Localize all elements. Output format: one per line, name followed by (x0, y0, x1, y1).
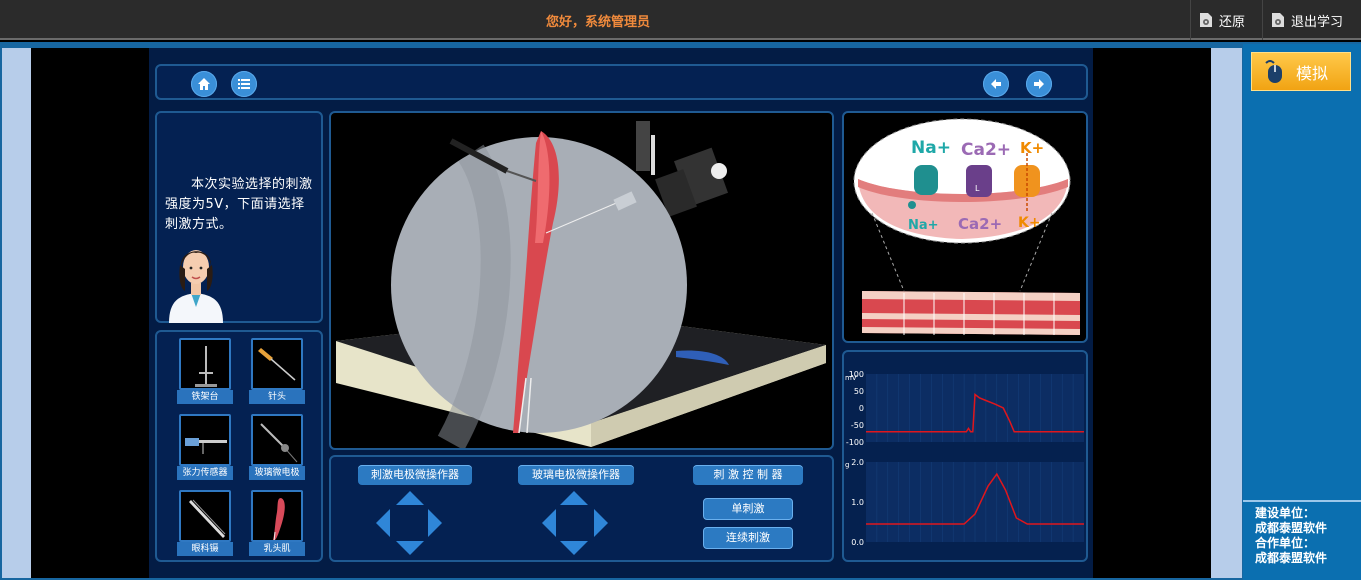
y-tick-label: 100 (849, 370, 864, 379)
partner-label: 合作单位： (1255, 536, 1316, 550)
y-tick-label: 1.0 (851, 498, 864, 507)
simulate-button[interactable]: 模拟 (1251, 52, 1351, 91)
y-tick-label: -50 (851, 421, 864, 430)
needle-icon (258, 348, 296, 381)
tool-iron-stand[interactable]: 铁架台 (177, 336, 233, 404)
glass-right-arrow-button[interactable] (594, 509, 608, 537)
y-tick-label: 0.0 (851, 538, 864, 547)
tool-label: 针头 (249, 390, 305, 404)
home-button[interactable] (191, 71, 217, 97)
glass-electrode-manipulator-title: 玻璃电极微操作器 (518, 465, 634, 485)
channel-mark: L (975, 184, 980, 193)
simulate-label: 模拟 (1296, 63, 1329, 83)
stim-electrode-manipulator-title: 刺激电极微操作器 (358, 465, 472, 485)
exit-study-button[interactable]: 退出学习 (1262, 0, 1361, 40)
stim-down-arrow-button[interactable] (396, 541, 424, 555)
mouse-icon (1265, 59, 1282, 83)
ion-top-potassium: K+ (1020, 139, 1044, 157)
teacher-avatar (169, 250, 223, 323)
stim-right-arrow-button[interactable] (428, 509, 442, 537)
previous-button[interactable] (983, 71, 1009, 97)
y-tick-label: -100 (846, 438, 864, 447)
credits: 建设单位： 成都泰盟软件 合作单位： 成都泰盟软件 (1243, 500, 1361, 580)
single-stimulus-button[interactable]: 单刺激 (703, 498, 793, 520)
restore-button[interactable]: 还原 (1190, 0, 1256, 40)
stim-left-arrow-button[interactable] (376, 509, 390, 537)
ion-channel-diagram: Na+ Ca2+ K+ L Na+ Ca2+ K+ (842, 111, 1088, 343)
experiment-scene (329, 111, 834, 450)
tool-ophthalmic-forceps[interactable]: 眼科镊 (177, 488, 233, 556)
recording-chart-panel: mV g 100 50 0 -50 -100 2.0 1.0 0.0 (842, 350, 1088, 562)
tool-label: 张力传感器 (177, 466, 233, 480)
y-tick-label: 2.0 (851, 458, 864, 467)
tool-label: 眼科镊 (177, 542, 233, 556)
left-margin (2, 48, 31, 578)
forceps-icon (189, 499, 226, 538)
bottom-chart-unit: g (845, 461, 849, 469)
navigation-bar (155, 64, 1088, 100)
greeting-text: 您好，系统管理员 (545, 15, 650, 30)
glass-left-arrow-button[interactable] (542, 509, 556, 537)
menu-button[interactable] (231, 71, 257, 97)
top-bar: 您好，系统管理员 还原 退出学习 (0, 0, 1361, 40)
ion-top-calcium: Ca2+ (961, 140, 1011, 160)
equipment-panel: 铁架台 针头 张力传感器 玻璃微电极 眼科镊 乳头肌 (155, 330, 323, 562)
instruction-panel: 本次实验选择的刺激强度为5V，下面请选择刺激方式。 (155, 111, 323, 323)
glass-up-arrow-button[interactable] (560, 491, 588, 505)
tool-label: 玻璃微电极 (249, 466, 305, 480)
papillary-muscle-icon (273, 498, 285, 540)
next-button[interactable] (1026, 71, 1052, 97)
list-menu-icon (238, 79, 250, 89)
document-gear-icon (1271, 12, 1285, 28)
builder-label: 建设单位： (1255, 506, 1316, 520)
arrow-left-icon (991, 79, 1001, 89)
instruction-text: 本次实验选择的刺激强度为5V，下面请选择刺激方式。 (165, 177, 313, 232)
continuous-stimulus-button[interactable]: 连续刺激 (703, 527, 793, 549)
ion-channel-illustration: Na+ Ca2+ K+ L Na+ Ca2+ K+ (853, 118, 1080, 335)
ion-bottom-sodium: Na+ (908, 218, 939, 233)
tool-label: 乳头肌 (249, 542, 305, 556)
right-letterbox (1093, 48, 1211, 578)
left-letterbox (31, 48, 149, 578)
restore-label: 还原 (1219, 14, 1246, 30)
muscle-fibers (862, 291, 1080, 335)
document-gear-icon (1199, 12, 1213, 28)
scene-illustration (336, 121, 826, 448)
ion-bottom-calcium: Ca2+ (958, 215, 1002, 233)
partner-name: 成都泰盟软件 (1255, 551, 1328, 565)
tension-sensor-icon (185, 438, 227, 454)
glass-electrode-icon (260, 423, 298, 463)
builder-name: 成都泰盟软件 (1255, 521, 1328, 535)
y-tick-label: 50 (854, 387, 864, 396)
tool-label: 铁架台 (177, 390, 233, 404)
recording-charts: mV g 100500-50-1002.01.00.0 (845, 370, 1084, 547)
tool-glass-microelectrode[interactable]: 玻璃微电极 (249, 412, 305, 480)
control-panel: 刺激电极微操作器 玻璃电极微操作器 刺 激 控 制 器 单刺激 连续刺激 (329, 455, 834, 562)
tool-tension-sensor[interactable]: 张力传感器 (177, 412, 233, 480)
tool-papillary-muscle[interactable]: 乳头肌 (249, 488, 305, 556)
arrow-right-icon (1034, 79, 1044, 89)
tool-needle[interactable]: 针头 (249, 336, 305, 404)
y-tick-label: 0 (859, 404, 864, 413)
home-icon (198, 78, 210, 90)
glass-down-arrow-button[interactable] (560, 541, 588, 555)
ion-bottom-potassium: K+ (1018, 215, 1041, 231)
stim-controller-title: 刺 激 控 制 器 (693, 465, 803, 485)
right-margin (1211, 48, 1242, 578)
exit-study-label: 退出学习 (1291, 14, 1344, 30)
iron-stand-icon (195, 346, 217, 387)
stim-up-arrow-button[interactable] (396, 491, 424, 505)
ion-top-sodium: Na+ (911, 138, 951, 158)
